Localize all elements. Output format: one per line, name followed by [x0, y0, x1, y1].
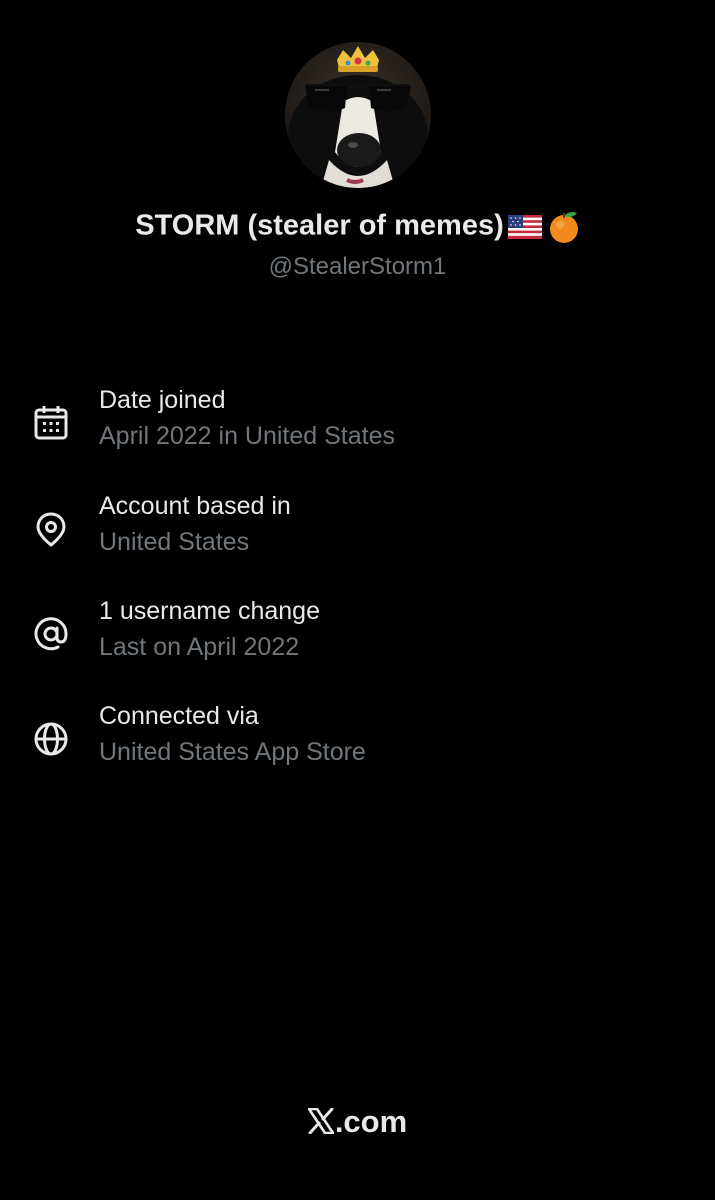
footer-brand[interactable]: .com — [0, 1102, 715, 1140]
info-title: Connected via — [99, 702, 259, 730]
info-row-username-change: 1 username change Last on April 2022 — [0, 597, 715, 677]
info-subtitle: Last on April 2022 — [99, 633, 300, 661]
info-title: 1 username change — [99, 597, 320, 625]
info-row-connected-via: Connected via United States App Store — [0, 702, 715, 782]
display-name-text: STORM (stealer of memes) — [135, 209, 504, 242]
orange-icon — [548, 208, 580, 244]
display-name: STORM (stealer of memes) — [0, 208, 715, 244]
footer-brand-label: .com — [334, 1103, 408, 1139]
info-subtitle: United States App Store — [99, 738, 366, 766]
info-subtitle: United States — [99, 528, 250, 556]
avatar — [285, 42, 431, 188]
info-row-date-joined: Date joined April 2022 in United States — [0, 386, 715, 466]
info-title: Date joined — [99, 386, 226, 414]
x-logo-icon — [307, 1106, 335, 1135]
avatar-image — [285, 42, 431, 188]
info-subtitle: April 2022 in United States — [99, 422, 396, 450]
profile-handle: @StealerStorm1 — [268, 253, 447, 280]
calendar-icon — [32, 404, 70, 442]
profile-avatar[interactable] — [285, 42, 431, 188]
info-title: Account based in — [99, 492, 291, 520]
at-sign-icon — [32, 615, 70, 653]
info-row-account-based-in: Account based in United States — [0, 492, 715, 572]
location-pin-icon — [32, 510, 70, 548]
globe-icon — [32, 720, 70, 758]
us-flag-icon — [507, 214, 542, 239]
